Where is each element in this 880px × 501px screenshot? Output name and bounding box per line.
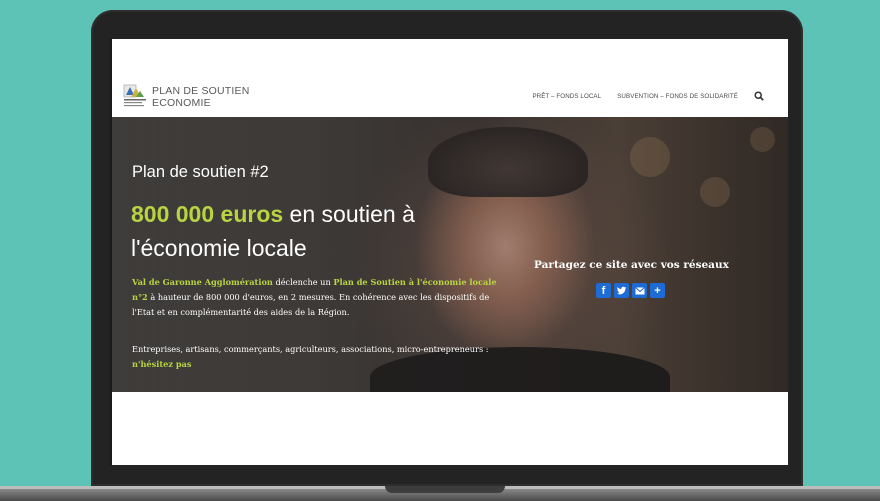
twitter-icon bbox=[616, 286, 627, 295]
nav-item-pret[interactable]: PRÊT – FONDS LOCAL bbox=[532, 93, 601, 100]
laptop-notch bbox=[385, 486, 505, 493]
facebook-icon: f bbox=[601, 284, 606, 297]
hero-p1-text1: déclenche un bbox=[272, 277, 334, 287]
hero-paragraph-2: Entreprises, artisans, commerçants, agri… bbox=[132, 342, 502, 372]
hero-p2-text: Entreprises, artisans, commerçants, agri… bbox=[132, 344, 489, 354]
hero-subtitle: Plan de soutien #2 bbox=[132, 163, 269, 181]
cta-link[interactable]: n'hésitez pas bbox=[132, 359, 191, 369]
nav-item-subvention[interactable]: SUBVENTION – FONDS DE SOLIDARITÉ bbox=[617, 93, 738, 100]
hero-paragraph: Val de Garonne Agglomération déclenche u… bbox=[132, 275, 502, 320]
logo-icon[interactable] bbox=[122, 83, 148, 109]
hero-headline-rest1: en soutien à bbox=[283, 201, 415, 227]
email-icon bbox=[634, 286, 645, 294]
hero-p1-text2: à hauteur de 800 000 d'euros, en 2 mesur… bbox=[132, 292, 490, 317]
hero-headline: 800 000 euros en soutien à l'économie lo… bbox=[131, 197, 431, 265]
email-share-button[interactable] bbox=[632, 283, 647, 298]
facebook-share-button[interactable]: f bbox=[596, 283, 611, 298]
site-title-line1: PLAN DE SOUTIEN bbox=[152, 85, 250, 97]
search-icon[interactable] bbox=[754, 91, 764, 101]
share-buttons: f + bbox=[596, 283, 665, 298]
plus-icon: + bbox=[654, 284, 661, 297]
share-title: Partagez ce site avec vos réseaux bbox=[534, 259, 729, 271]
hero-banner: Plan de soutien #2 800 000 euros en sout… bbox=[110, 117, 788, 392]
site-title-line2: ECONOMIE bbox=[152, 97, 211, 109]
hero-headline-rest2: l'économie locale bbox=[131, 235, 307, 261]
screen-edge bbox=[110, 39, 112, 465]
org-name: Val de Garonne Agglomération bbox=[132, 277, 273, 287]
more-share-button[interactable]: + bbox=[650, 283, 665, 298]
hero-amount: 800 000 euros bbox=[131, 201, 284, 227]
site-header: PLAN DE SOUTIEN ECONOMIE PRÊT – FONDS LO… bbox=[110, 39, 788, 117]
twitter-share-button[interactable] bbox=[614, 283, 629, 298]
site-title[interactable]: PLAN DE SOUTIEN ECONOMIE bbox=[152, 85, 250, 109]
laptop-screen: PLAN DE SOUTIEN ECONOMIE PRÊT – FONDS LO… bbox=[110, 39, 788, 465]
main-nav: PRÊT – FONDS LOCAL SUBVENTION – FONDS DE… bbox=[532, 91, 764, 101]
